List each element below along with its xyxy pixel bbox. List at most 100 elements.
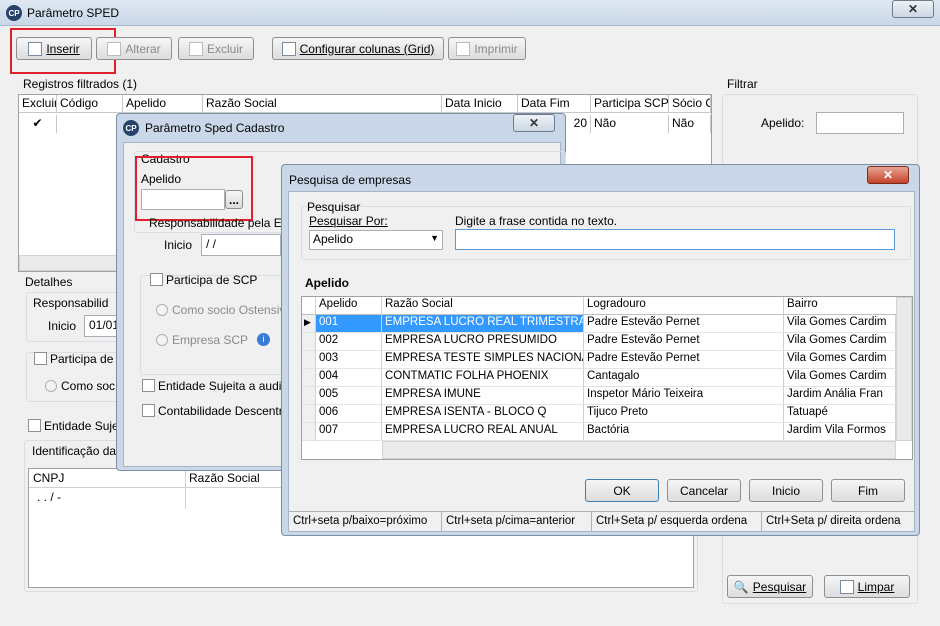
table-row[interactable]: 005 EMPRESA IMUNE Inspetor Mário Teixeira J… [302, 387, 896, 405]
table-row[interactable]: 006 EMPRESA ISENTA - BLOCO Q Tijuco Preto T… [302, 405, 896, 423]
cadastro-close-button[interactable]: ✕ [513, 114, 555, 132]
table-row[interactable]: 004 CONTMATIC FOLHA PHOENIX Cantagalo Vila … [302, 369, 896, 387]
pesquisa-title: Pesquisa de empresas [289, 173, 412, 187]
participa-scp-group [140, 275, 290, 375]
table-row[interactable]: 003 EMPRESA TESTE SIMPLES NACIONAL Padre E… [302, 351, 896, 369]
responsabilidade-label: Responsabilid [33, 296, 109, 310]
inicio-button[interactable]: Inicio [749, 479, 823, 502]
cell-razao: EMPRESA LUCRO PRESUMIDO [382, 333, 584, 351]
table-row[interactable]: 007 EMPRESA LUCRO REAL ANUAL Bactória Jardi… [302, 423, 896, 441]
pesquisar-por-select[interactable]: Apelido ▼ [309, 230, 443, 250]
col-logradouro[interactable]: Logradouro [584, 297, 784, 314]
cadastro-logo-icon: CP [123, 120, 139, 136]
cell-logradouro: Padre Estevão Pernet [584, 315, 784, 333]
cell-apelido: 002 [316, 333, 382, 351]
participa-checkbox[interactable] [34, 352, 47, 365]
pesquisar-group-label: Pesquisar [307, 200, 361, 214]
main-close-button[interactable]: ✕ [892, 0, 934, 18]
entidade-label: Entidade Suje [44, 419, 119, 433]
row-checkbox[interactable]: ✔ [19, 115, 57, 133]
status-proximo: Ctrl+seta p/baixo=próximo [289, 512, 442, 531]
cell-apelido: 005 [316, 387, 382, 405]
grid-icon [281, 41, 296, 56]
grid-header: Excluir Código Apelido Razão Social Data… [19, 95, 711, 113]
info-icon[interactable]: i [257, 333, 270, 346]
pesquisa-close-button[interactable]: ✕ [867, 166, 909, 184]
pesquisa-hscrollbar[interactable] [382, 441, 896, 459]
col-razao-social[interactable]: Razão Social [382, 297, 584, 314]
col-data-inicio[interactable]: Data Inicio [442, 95, 518, 112]
col-data-fim[interactable]: Data Fim [518, 95, 591, 112]
col-codigo[interactable]: Código [57, 95, 123, 112]
ok-button[interactable]: OK [585, 479, 659, 502]
cell-logradouro: Inspetor Mário Teixeira [584, 387, 784, 405]
cnpj-header: CNPJ [33, 471, 65, 485]
pesquisa-vscrollbar[interactable] [896, 297, 912, 441]
entidade-sujeita-checkbox[interactable] [142, 379, 155, 392]
configurar-colunas-button[interactable]: Configurar colunas (Grid) [272, 37, 444, 60]
printer-icon [456, 41, 471, 56]
detalhes-label: Detalhes [25, 275, 73, 289]
cnpj-mask[interactable]: . . / - [37, 490, 61, 504]
pesquisar-button[interactable]: 🔍 Pesquisar [727, 575, 813, 598]
col-razao-social[interactable]: Razão Social [203, 95, 442, 112]
participa-scp-label: Participa de SCP [166, 273, 258, 287]
como-socio-ostensivo-label: Como socio Ostensiv [172, 303, 286, 317]
digite-label: Digite a frase contida no texto. [455, 214, 618, 228]
cell-logradouro: Cantagalo [584, 369, 784, 387]
pesquisa-text-input[interactable] [455, 229, 895, 250]
col-socio[interactable]: Sócio O [669, 95, 711, 112]
pesquisa-grid[interactable]: Apelido Razão Social Logradouro Bairro ▶… [301, 296, 913, 460]
table-row[interactable]: 002 EMPRESA LUCRO PRESUMIDO Padre Estevão … [302, 333, 896, 351]
col-excluir[interactable]: Excluir [19, 95, 57, 112]
pesquisar-por-label: Pesquisar Por: [309, 214, 388, 228]
window-title: Parâmetro SPED [27, 6, 120, 20]
cadastro-title: Parâmetro Sped Cadastro [145, 121, 285, 135]
pesquisa-body: Pesquisar Pesquisar Por: Apelido ▼ Digit… [288, 191, 915, 532]
col-bairro[interactable]: Bairro [784, 297, 896, 314]
contabilidade-checkbox[interactable] [142, 404, 155, 417]
cell-razao: CONTMATIC FOLHA PHOENIX [382, 369, 584, 387]
cadastro-inicio-field[interactable]: / / [201, 234, 281, 256]
cell-razao: EMPRESA LUCRO REAL ANUAL [382, 423, 584, 441]
col-apelido[interactable]: Apelido [316, 297, 382, 314]
participa-scp-checkbox[interactable] [150, 273, 163, 286]
table-row[interactable]: ▶ 001 EMPRESA LUCRO REAL TRIMESTRAL Padre E… [302, 315, 896, 333]
cell-logradouro: Padre Estevão Pernet [584, 351, 784, 369]
contabilidade-label: Contabilidade Descentr [158, 404, 283, 418]
cell-logradouro: Padre Estevão Pernet [584, 333, 784, 351]
col-apelido[interactable]: Apelido [123, 95, 203, 112]
cell-bairro: Tatuapé [784, 405, 896, 423]
alterar-button[interactable]: Alterar [96, 37, 172, 60]
cell-logradouro: Bactória [584, 423, 784, 441]
filtrar-apelido-input[interactable] [816, 112, 904, 134]
cancelar-button[interactable]: Cancelar [667, 479, 741, 502]
cell-bairro: Vila Gomes Cardim [784, 369, 896, 387]
imprimir-button[interactable]: Imprimir [448, 37, 526, 60]
excluir-button[interactable]: Excluir [178, 37, 254, 60]
cell-razao: EMPRESA LUCRO REAL TRIMESTRAL [382, 315, 584, 333]
row-indicator [302, 387, 316, 405]
como-socio-ostensivo-radio[interactable] [156, 304, 168, 316]
empresa-scp-radio[interactable] [156, 334, 168, 346]
entidade-checkbox[interactable] [28, 419, 41, 432]
row-indicator [302, 423, 316, 441]
razao-header: Razão Social [189, 471, 260, 485]
cell-bairro: Jardim Anália Fran [784, 387, 896, 405]
row-pointer-icon: ▶ [302, 315, 316, 333]
status-esquerda: Ctrl+Seta p/ esquerda ordena [592, 512, 762, 531]
cell-logradouro: Tijuco Preto [584, 405, 784, 423]
col-participa-scp[interactable]: Participa SCP [591, 95, 669, 112]
app-logo-icon: CP [6, 5, 22, 21]
pesquisa-grid-header: Apelido Razão Social Logradouro Bairro [302, 297, 896, 315]
pesquisa-dialog: Pesquisa de empresas ✕ Pesquisar Pesquis… [281, 164, 920, 536]
pesquisa-rows: ▶ 001 EMPRESA LUCRO REAL TRIMESTRAL Padre E… [302, 315, 896, 441]
filtrar-label: Filtrar [727, 77, 758, 91]
fim-button[interactable]: Fim [831, 479, 905, 502]
main-titlebar [0, 0, 940, 26]
inicio-label: Inicio [48, 319, 77, 333]
como-socio-radio[interactable] [45, 380, 57, 392]
cell-apelido: 001 [316, 315, 382, 333]
limpar-button[interactable]: Limpar [824, 575, 910, 598]
chevron-down-icon: ▼ [430, 233, 439, 243]
